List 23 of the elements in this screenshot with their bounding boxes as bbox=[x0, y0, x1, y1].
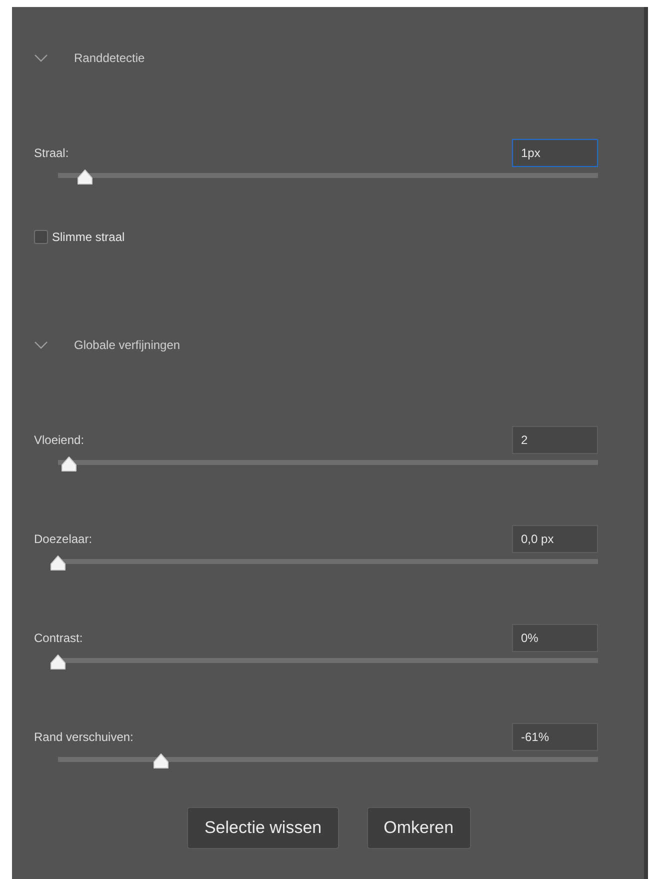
slider-label: Contrast: bbox=[34, 630, 83, 647]
section-title: Randdetectie bbox=[74, 50, 145, 67]
checkbox[interactable] bbox=[34, 230, 48, 244]
slider-thumb[interactable] bbox=[58, 456, 79, 472]
value-field[interactable]: 0% bbox=[512, 624, 598, 652]
section-title: Globale verfijningen bbox=[74, 337, 180, 354]
checkbox-label: Slimme straal bbox=[52, 229, 125, 246]
slider-label: Vloeiend: bbox=[34, 432, 84, 449]
slider-thumb[interactable] bbox=[150, 753, 171, 769]
slider-thumb[interactable] bbox=[48, 654, 68, 670]
chevron-icon[interactable] bbox=[34, 53, 48, 63]
slider-label: Rand verschuiven: bbox=[34, 729, 134, 746]
slider-label: Doezelaar: bbox=[34, 531, 92, 548]
chevron-icon[interactable] bbox=[34, 340, 48, 350]
slider-thumb[interactable] bbox=[48, 555, 68, 571]
dialog-button[interactable]: Selectie wissen bbox=[187, 807, 339, 849]
value-field[interactable]: 1px bbox=[512, 139, 598, 167]
value-field[interactable]: 0,0 px bbox=[512, 525, 598, 553]
slider-label: Straal: bbox=[34, 145, 69, 162]
value-field[interactable]: -61% bbox=[512, 723, 598, 751]
slider-thumb[interactable] bbox=[75, 169, 95, 185]
dialog-button[interactable]: Omkeren bbox=[366, 807, 471, 849]
value-field[interactable]: 2 bbox=[512, 426, 598, 454]
